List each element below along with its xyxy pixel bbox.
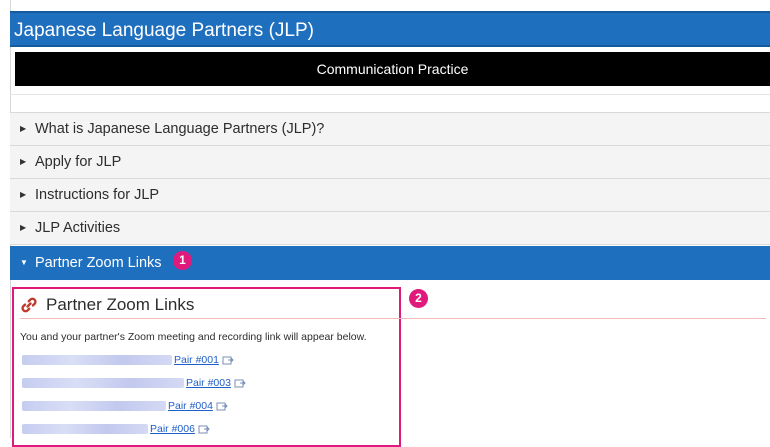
section-description: You and your partner's Zoom meeting and … [20, 331, 367, 343]
divider [10, 94, 770, 95]
caret-right-icon: ▶ [20, 190, 27, 199]
caret-down-icon: ▼ [20, 258, 28, 267]
redacted-names [22, 424, 148, 434]
list-item: Pair #001 [22, 353, 262, 367]
link-icon [21, 297, 37, 313]
pair-link-003[interactable]: Pair #003 [186, 376, 231, 390]
accordion-label: JLP Activities [35, 220, 121, 236]
list-item: Pair #004 [22, 399, 262, 413]
caret-right-icon: ▶ [20, 223, 27, 232]
list-item: Pair #003 [22, 376, 262, 390]
external-link-icon [198, 425, 210, 434]
accordion-partner-zoom-links[interactable]: ▼ Partner Zoom Links [10, 246, 770, 280]
annotation-badge-1: 1 [173, 251, 192, 270]
pair-link-001[interactable]: Pair #001 [174, 353, 219, 367]
redacted-names [22, 355, 172, 365]
pair-link-004[interactable]: Pair #004 [168, 399, 213, 413]
accordion-what-is-jlp[interactable]: ▶ What is Japanese Language Partners (JL… [10, 112, 770, 146]
accordion-label: Partner Zoom Links [35, 255, 162, 271]
external-link-icon [234, 379, 246, 388]
accordion-instructions-for-jlp[interactable]: ▶ Instructions for JLP [10, 178, 770, 212]
accordion-apply-for-jlp[interactable]: ▶ Apply for JLP [10, 145, 770, 179]
accordion-label: What is Japanese Language Partners (JLP)… [35, 121, 325, 137]
accordion-jlp-activities[interactable]: ▶ JLP Activities [10, 211, 770, 245]
redacted-names [22, 401, 166, 411]
redacted-names [22, 378, 184, 388]
caret-right-icon: ▶ [20, 124, 27, 133]
communication-practice-bar[interactable]: Communication Practice [15, 52, 770, 86]
accordion-label: Apply for JLP [35, 154, 122, 170]
page-title: Japanese Language Partners (JLP) [10, 11, 770, 47]
external-link-icon [222, 356, 234, 365]
annotation-badge-2: 2 [409, 289, 428, 308]
external-link-icon [216, 402, 228, 411]
list-item: Pair #006 [22, 422, 262, 436]
caret-right-icon: ▶ [20, 157, 27, 166]
section-heading: Partner Zoom Links [46, 295, 195, 314]
pair-link-006[interactable]: Pair #006 [150, 422, 195, 436]
heading-underline [20, 318, 766, 319]
accordion-label: Instructions for JLP [35, 187, 160, 203]
